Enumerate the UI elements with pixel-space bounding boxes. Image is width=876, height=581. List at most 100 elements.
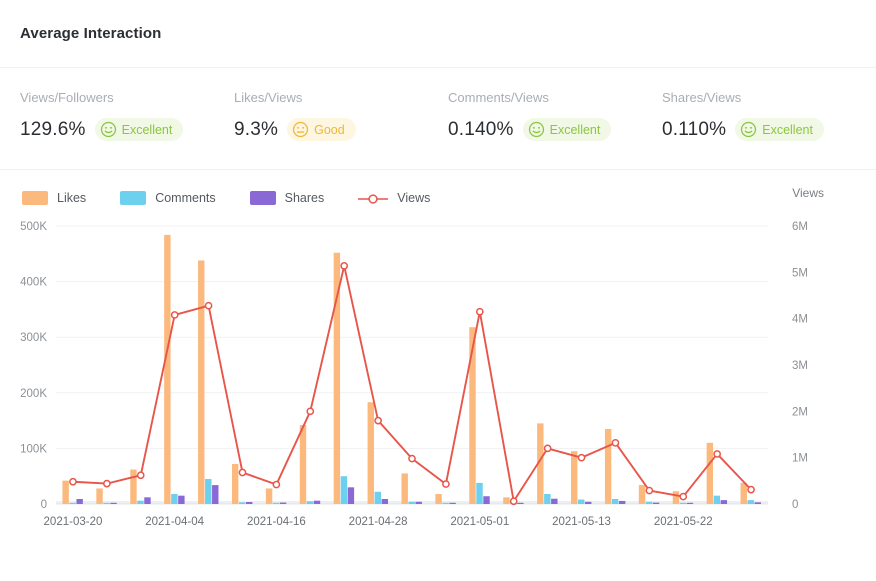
line-marker-views[interactable] (205, 303, 211, 309)
bar-comments[interactable] (409, 502, 415, 504)
bar-likes[interactable] (96, 488, 102, 504)
bar-likes[interactable] (266, 488, 272, 504)
x-axis-tick: 2021-05-13 (552, 516, 611, 528)
bar-comments[interactable] (748, 500, 754, 504)
line-marker-views[interactable] (714, 451, 720, 457)
legend-label: Comments (155, 191, 215, 205)
bar-likes[interactable] (503, 497, 509, 504)
bar-likes[interactable] (368, 402, 374, 504)
bar-shares[interactable] (619, 501, 625, 504)
bar-shares[interactable] (110, 503, 116, 504)
bar-comments[interactable] (137, 501, 143, 504)
bar-shares[interactable] (144, 497, 150, 504)
bar-comments[interactable] (442, 503, 448, 504)
bar-shares[interactable] (314, 501, 320, 504)
bar-comments[interactable] (714, 496, 720, 504)
bar-shares[interactable] (585, 502, 591, 504)
metric-label: Likes/Views (234, 90, 448, 105)
line-marker-views[interactable] (375, 418, 381, 424)
line-marker-views[interactable] (612, 440, 618, 446)
legend-item-views[interactable]: Views (358, 191, 430, 205)
legend-item-shares[interactable]: Shares (250, 191, 325, 205)
bar-likes[interactable] (401, 473, 407, 504)
bar-shares[interactable] (517, 503, 523, 504)
line-marker-views[interactable] (409, 455, 415, 461)
bar-likes[interactable] (639, 485, 645, 504)
bar-comments[interactable] (612, 499, 618, 504)
bar-shares[interactable] (449, 503, 455, 504)
bar-comments[interactable] (205, 479, 211, 504)
metric-label: Shares/Views (662, 90, 876, 105)
line-marker-views[interactable] (70, 479, 76, 485)
bar-likes[interactable] (605, 429, 611, 504)
bar-likes[interactable] (435, 494, 441, 504)
line-marker-views[interactable] (646, 487, 652, 493)
metric-likes-views: Likes/Views 9.3% Good (234, 90, 448, 141)
bar-comments[interactable] (375, 492, 381, 504)
legend-item-comments[interactable]: Comments (120, 191, 215, 205)
line-marker-views[interactable] (578, 455, 584, 461)
status-badge: Excellent (95, 118, 184, 141)
bar-comments[interactable] (680, 503, 686, 504)
bar-shares[interactable] (416, 502, 422, 504)
bar-comments[interactable] (476, 483, 482, 504)
bar-likes[interactable] (164, 235, 170, 504)
line-marker-views[interactable] (172, 312, 178, 318)
x-axis-tick: 2021-05-01 (450, 516, 509, 528)
line-marker-views[interactable] (443, 481, 449, 487)
bar-likes[interactable] (707, 443, 713, 504)
bar-comments[interactable] (646, 502, 652, 504)
bar-shares[interactable] (483, 496, 489, 504)
status-badge: Excellent (523, 118, 612, 141)
line-marker-views[interactable] (138, 472, 144, 478)
bar-likes[interactable] (741, 483, 747, 504)
bar-shares[interactable] (382, 499, 388, 504)
legend-item-likes[interactable]: Likes (22, 191, 86, 205)
bar-comments[interactable] (69, 503, 75, 504)
line-marker-views[interactable] (477, 309, 483, 315)
bar-likes[interactable] (198, 260, 204, 504)
bar-comments[interactable] (307, 501, 313, 504)
y-axis-left-tick: 200K (20, 388, 47, 400)
bar-shares[interactable] (348, 487, 354, 504)
y-axis-right-tick: 0 (792, 499, 798, 511)
line-marker-views[interactable] (104, 481, 110, 487)
bar-comments[interactable] (578, 500, 584, 504)
line-marker-views[interactable] (511, 498, 517, 504)
line-marker-views[interactable] (341, 263, 347, 269)
bar-shares[interactable] (76, 499, 82, 504)
bar-comments[interactable] (544, 494, 550, 504)
line-marker-views[interactable] (748, 487, 754, 493)
bar-shares[interactable] (755, 502, 761, 504)
bar-comments[interactable] (273, 503, 279, 504)
bar-shares[interactable] (721, 500, 727, 504)
bar-shares[interactable] (212, 485, 218, 504)
line-marker-views[interactable] (545, 445, 551, 451)
interaction-chart[interactable]: 0100K200K300K400K500K01M2M3M4M5M6M2021-0… (0, 212, 876, 552)
bar-likes[interactable] (673, 491, 679, 504)
bar-likes[interactable] (571, 451, 577, 504)
bar-shares[interactable] (687, 503, 693, 504)
bar-likes[interactable] (232, 464, 238, 504)
bar-comments[interactable] (171, 494, 177, 504)
line-views[interactable] (73, 266, 751, 501)
metric-label: Views/Followers (20, 90, 234, 105)
bar-shares[interactable] (551, 499, 557, 504)
line-marker-views[interactable] (239, 469, 245, 475)
bar-likes[interactable] (130, 470, 136, 504)
bar-comments[interactable] (239, 502, 245, 504)
line-marker-views[interactable] (680, 493, 686, 499)
metric-value-row: 0.110% Excellent (662, 118, 876, 141)
metric-value-row: 0.140% Excellent (448, 118, 662, 141)
bar-shares[interactable] (280, 503, 286, 504)
metrics-row: Views/Followers 129.6% Excellent Likes/V… (0, 68, 876, 170)
line-marker-views[interactable] (273, 481, 279, 487)
line-marker-views[interactable] (307, 408, 313, 414)
bar-comments[interactable] (103, 503, 109, 504)
bar-comments[interactable] (341, 476, 347, 504)
bar-shares[interactable] (178, 496, 184, 504)
bar-likes[interactable] (300, 425, 306, 504)
bar-likes[interactable] (62, 481, 68, 504)
bar-shares[interactable] (653, 503, 659, 504)
bar-shares[interactable] (246, 502, 252, 504)
